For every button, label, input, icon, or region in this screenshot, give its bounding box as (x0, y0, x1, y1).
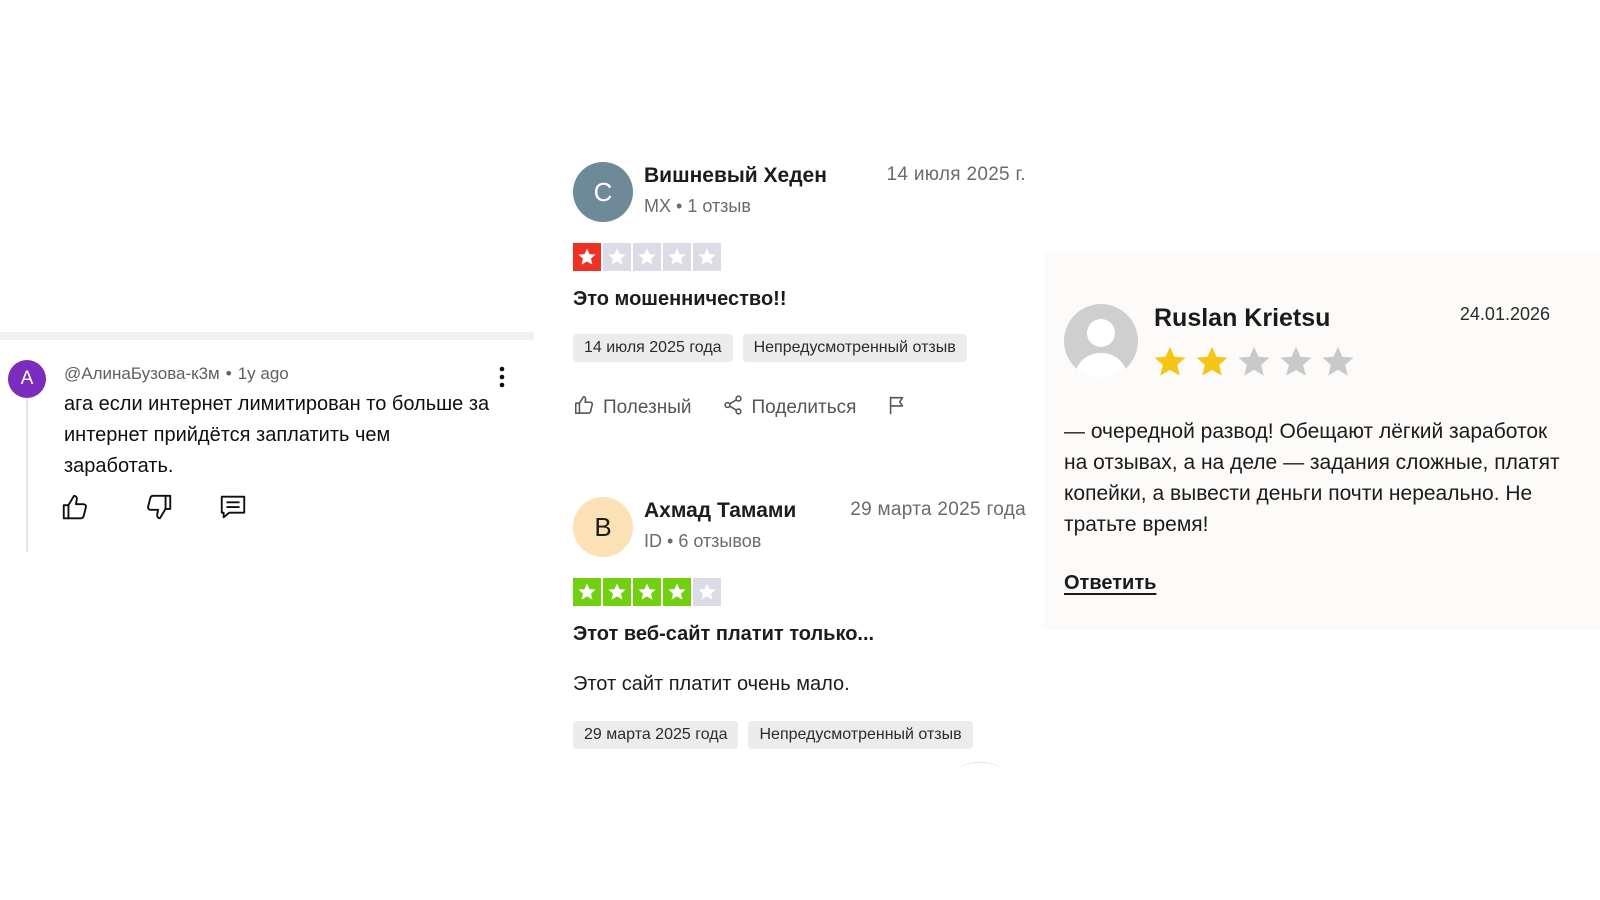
review-body: Этот сайт платит очень мало. (573, 673, 850, 695)
scroll-edge (958, 762, 1002, 781)
avatar[interactable]: В (573, 497, 633, 557)
star-empty-icon (633, 243, 661, 271)
reviewer-review-count: 1 отзыв (687, 196, 751, 216)
star-empty-icon (693, 578, 721, 606)
share-button[interactable]: Поделиться (722, 394, 857, 422)
separator-dot: • (225, 364, 232, 383)
comment-meta: @АлинаБузова-к3м • 1y ago (64, 364, 289, 384)
report-button[interactable] (886, 394, 908, 422)
star-empty-icon (663, 243, 691, 271)
review-date: 29 марта 2025 года (850, 499, 1026, 520)
star-filled-icon (663, 578, 691, 606)
review-title[interactable]: Это мошенничество!! (573, 288, 787, 311)
thumbs-up-icon (573, 394, 595, 422)
star-empty-icon (603, 243, 631, 271)
youtube-comment: A @АлинаБузова-к3м • 1y ago ага если интер… (0, 332, 534, 552)
reply-icon[interactable] (218, 492, 250, 524)
site-review-card: Ruslan Krietsu 24.01.2026 — очередной ра… (1044, 252, 1600, 630)
comment-author[interactable]: @АлинаБузова-к3м (64, 364, 220, 383)
review-actions: Полезный Поделиться (573, 394, 908, 422)
reviewer-info: MX • 1 отзыв (644, 196, 751, 216)
star-filled-icon (1194, 344, 1230, 385)
avatar[interactable]: С (573, 162, 633, 222)
star-filled-icon (1152, 344, 1188, 385)
reviewer-name[interactable]: Ахмад Тамами (644, 499, 796, 523)
dislike-icon[interactable] (144, 492, 176, 524)
reply-link[interactable]: Ответить (1064, 572, 1156, 595)
comment-time[interactable]: 1y ago (238, 364, 289, 383)
reviewer-name: Ruslan Krietsu (1154, 304, 1331, 332)
reviewer-info: ID • 6 отзывов (644, 531, 762, 551)
unprompted-review-chip[interactable]: Непредусмотренный отзыв (742, 334, 967, 362)
star-empty-icon (1278, 344, 1314, 385)
star-filled-icon (573, 243, 601, 271)
reviewer-country: ID (644, 531, 662, 551)
review-date: 14 июля 2025 г. (886, 164, 1026, 185)
star-empty-icon (693, 243, 721, 271)
share-icon (722, 394, 744, 422)
divider (0, 332, 534, 340)
star-empty-icon (1236, 344, 1272, 385)
review-chips: 14 июля 2025 года Непредусмотренный отзы… (573, 334, 967, 362)
trustpilot-reviews: С Вишневый Хеден 14 июля 2025 г. MX • 1 … (560, 160, 1030, 780)
share-label: Поделиться (751, 397, 857, 418)
reviewer-review-count: 6 отзывов (678, 531, 762, 551)
comment-text: ага если интернет лимитирован то больше … (64, 393, 490, 477)
more-options-icon[interactable] (490, 362, 514, 392)
reviewer-name[interactable]: Вишневый Хеден (644, 164, 827, 188)
like-icon[interactable] (60, 492, 92, 524)
star-rating (573, 243, 721, 271)
review-text: — очередной развод! Обещают лёгкий зараб… (1064, 420, 1560, 536)
date-chip: 29 марта 2025 года (573, 721, 739, 749)
avatar[interactable]: A (8, 360, 46, 398)
star-rating (573, 578, 721, 606)
review-title[interactable]: Этот веб-сайт платит только... (573, 623, 874, 646)
flag-icon (886, 394, 908, 422)
star-rating (1152, 344, 1356, 385)
star-empty-icon (1320, 344, 1356, 385)
review-chips: 29 марта 2025 года Непредусмотренный отз… (573, 721, 973, 749)
helpful-label: Полезный (603, 397, 692, 418)
star-filled-icon (633, 578, 661, 606)
date-chip: 14 июля 2025 года (573, 334, 733, 362)
star-filled-icon (603, 578, 631, 606)
unprompted-review-chip[interactable]: Непредусмотренный отзыв (748, 721, 973, 749)
thread-line (26, 382, 28, 552)
default-avatar-icon (1064, 304, 1138, 378)
review-date: 24.01.2026 (1459, 304, 1550, 324)
reviewer-country: MX (644, 196, 671, 216)
helpful-button[interactable]: Полезный (573, 394, 692, 422)
star-filled-icon (573, 578, 601, 606)
